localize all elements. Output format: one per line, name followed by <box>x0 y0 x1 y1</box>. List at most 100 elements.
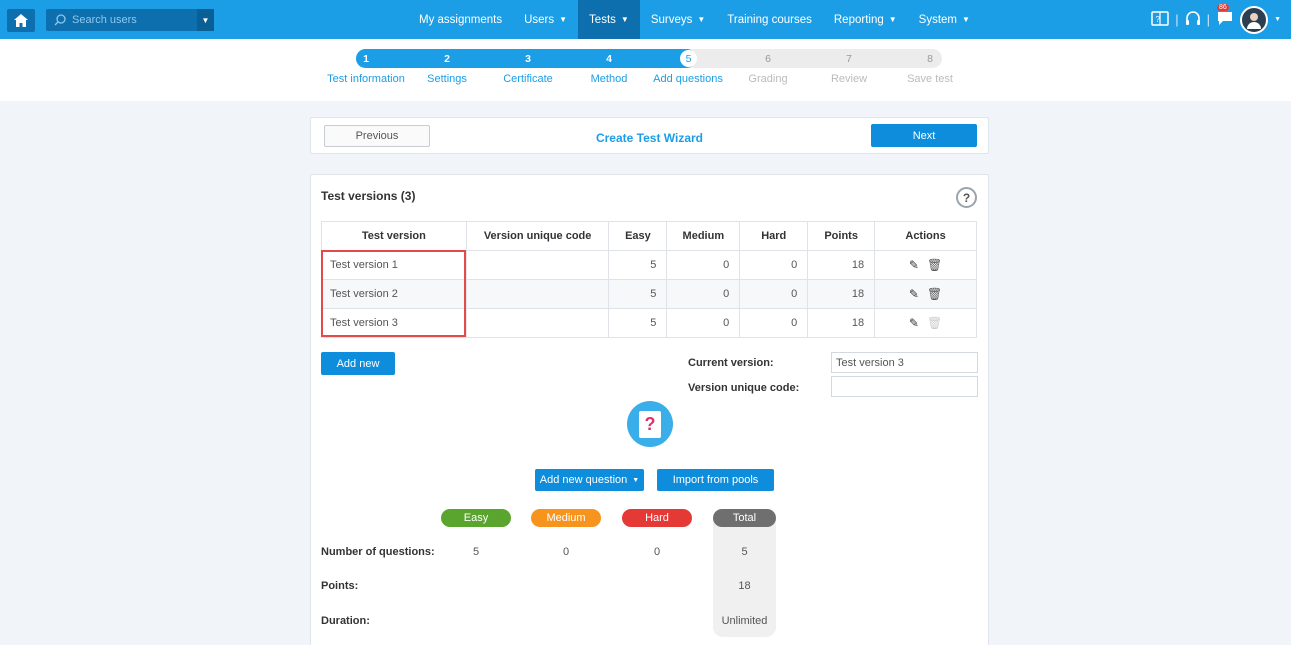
test-versions-table: Test version Version unique code Easy Me… <box>321 221 977 338</box>
version-name[interactable]: Test version 1 <box>321 250 467 280</box>
wizard-header: Previous Create Test Wizard Next <box>310 117 989 154</box>
test-versions-panel: Test versions (3) ? Test version Version… <box>310 174 989 645</box>
easy-count: 5 <box>608 279 668 309</box>
divider: | <box>1175 12 1179 27</box>
menu-reporting[interactable]: Reporting ▼ <box>823 0 908 39</box>
step-label[interactable]: Test information <box>327 73 405 85</box>
step-label[interactable]: Review <box>831 73 867 85</box>
headset-icon[interactable] <box>1185 10 1201 29</box>
trash-icon[interactable]: 🗑 <box>927 287 942 301</box>
help-icon[interactable]: ? <box>956 187 977 208</box>
svg-text:?: ? <box>1156 15 1161 24</box>
column-header: Medium <box>666 221 741 251</box>
column-header: Hard <box>739 221 809 251</box>
step-label[interactable]: Settings <box>427 73 467 85</box>
step-number[interactable]: 2 <box>437 49 457 68</box>
home-button[interactable] <box>7 9 35 32</box>
medium-count: 0 <box>666 279 741 309</box>
button-label: Add new question <box>539 474 628 486</box>
step-number[interactable]: 4 <box>599 49 619 68</box>
column-header: Points <box>807 221 876 251</box>
version-unique-code-input[interactable] <box>831 376 978 397</box>
version-name[interactable]: Test version 2 <box>321 279 467 309</box>
easy-count: 5 <box>608 250 668 280</box>
step-number[interactable]: 3 <box>518 49 538 68</box>
current-version-select[interactable]: Test version 3 <box>831 352 978 373</box>
top-right-tools: ? | | ▼ <box>1151 4 1281 35</box>
add-new-question-button[interactable]: Add new question ▼ <box>535 469 644 491</box>
column-header: Test version <box>321 221 467 251</box>
caret-down-icon: ▼ <box>620 15 629 24</box>
medium-pill: Medium <box>531 509 601 527</box>
table-row[interactable]: Test version 3 5 0 0 18 ✎ 🗑 <box>321 308 977 338</box>
top-navigation-bar: Search users ▼ My assignments Users ▼ Tes… <box>0 0 1291 39</box>
menu-system[interactable]: System ▼ <box>908 0 981 39</box>
easy-count: 5 <box>608 308 668 338</box>
medium-number: 0 <box>562 546 570 558</box>
step-number[interactable]: 8 <box>920 49 940 68</box>
step-number[interactable]: 6 <box>758 49 778 68</box>
wizard-steps: 1 2 3 4 5 6 7 8 Test information Settings Certifi… <box>0 39 1291 101</box>
step-label[interactable]: Grading <box>748 73 787 85</box>
caret-down-icon: ▼ <box>962 15 970 24</box>
table-row[interactable]: Test version 2 5 0 0 18 ✎ 🗑 <box>321 279 977 309</box>
total-duration: Unlimited <box>721 615 768 627</box>
current-version-label: Current version: <box>688 357 774 369</box>
row-actions: ✎ 🗑 <box>874 250 977 280</box>
table-header-row: Test version Version unique code Easy Me… <box>321 221 977 251</box>
hard-count: 0 <box>739 308 809 338</box>
column-header: Actions <box>874 221 977 251</box>
menu-label: Training courses <box>727 13 812 26</box>
chevron-down-icon[interactable]: ▼ <box>1274 16 1281 23</box>
menu-label: Reporting <box>833 13 884 26</box>
menu-tests[interactable]: Tests ▼ <box>578 0 640 39</box>
menu-training-courses[interactable]: Training courses <box>716 0 823 39</box>
search-dropdown-button[interactable]: ▼ <box>197 9 214 31</box>
menu-label: Surveys <box>650 13 693 26</box>
add-new-version-button[interactable]: Add new <box>321 352 395 375</box>
divider: | <box>1206 12 1211 27</box>
next-button[interactable]: Next <box>871 124 977 147</box>
step-label[interactable]: Save test <box>907 73 953 85</box>
hard-number: 0 <box>653 546 661 558</box>
points: 18 <box>807 279 876 309</box>
notification-badge: 86 <box>1217 4 1229 11</box>
menu-label: System <box>918 13 958 26</box>
points: 18 <box>807 308 876 338</box>
avatar[interactable] <box>1240 5 1269 34</box>
menu-label: Tests <box>589 13 616 26</box>
step-label[interactable]: Add questions <box>653 73 723 85</box>
user-icon <box>1247 12 1262 29</box>
trash-icon: 🗑 <box>926 316 943 330</box>
caret-down-icon: ▼ <box>697 15 706 24</box>
table-row[interactable]: Test version 1 5 0 0 18 ✎ 🗑 <box>321 250 977 280</box>
row-actions: ✎ 🗑 <box>874 308 977 338</box>
medium-count: 0 <box>666 250 741 280</box>
hard-count: 0 <box>739 250 809 280</box>
version-unique-code-label: Version unique code: <box>688 382 800 394</box>
total-pill: Total <box>713 509 776 527</box>
menu-surveys[interactable]: Surveys ▼ <box>640 0 716 39</box>
step-number[interactable]: 5 <box>680 50 697 67</box>
step-number[interactable]: 7 <box>839 49 859 68</box>
edit-pencil-icon[interactable]: ✎ <box>909 316 919 330</box>
main-menu: My assignments Users ▼ Tests ▼ Surveys ▼ Tr… <box>408 0 981 39</box>
hard-count: 0 <box>739 279 809 309</box>
search-icon <box>54 14 66 26</box>
edit-pencil-icon[interactable]: ✎ <box>909 258 919 272</box>
help-book-icon[interactable]: ? <box>1151 10 1170 29</box>
hard-pill: Hard <box>622 509 692 527</box>
notifications-icon[interactable] <box>1216 10 1234 29</box>
total-points: 18 <box>738 580 751 592</box>
version-name[interactable]: Test version 3 <box>321 308 467 338</box>
menu-my-assignments[interactable]: My assignments <box>408 0 513 39</box>
step-number[interactable]: 1 <box>356 49 376 68</box>
duration-label: Duration: <box>321 615 370 627</box>
edit-pencil-icon[interactable]: ✎ <box>909 287 919 301</box>
menu-users[interactable]: Users ▼ <box>513 0 578 39</box>
trash-icon[interactable]: 🗑 <box>927 258 942 272</box>
import-from-pools-button[interactable]: Import from pools <box>657 469 774 491</box>
step-label[interactable]: Certificate <box>503 73 553 85</box>
search-input[interactable]: Search users ▼ <box>46 9 214 31</box>
step-label[interactable]: Method <box>591 73 628 85</box>
